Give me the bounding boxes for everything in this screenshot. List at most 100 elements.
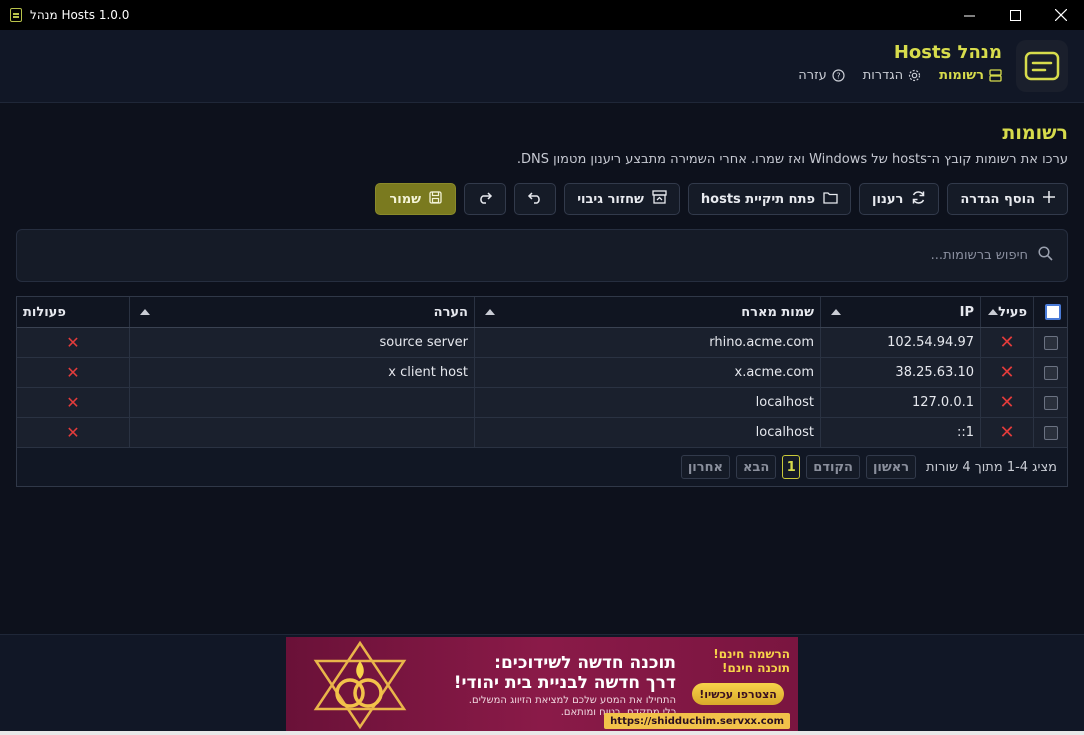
row-checkbox[interactable] [1043,395,1058,410]
page-title: רשומות [1002,122,1068,144]
window-title: מנהל Hosts 1.0.0 [30,8,130,22]
row-select-cell [1033,358,1067,387]
sort-icon [140,309,150,315]
active-cell[interactable]: ✕ [980,358,1033,387]
banner-url[interactable]: https://shidduchim.servxx.com [604,713,790,729]
server-icon [989,69,1002,82]
active-cell[interactable]: ✕ [980,328,1033,357]
note-cell[interactable] [129,418,474,447]
undo-button[interactable] [514,183,557,215]
select-all-checkbox[interactable] [1045,304,1061,320]
note-cell[interactable] [129,388,474,417]
nav-item-records[interactable]: רשומות [939,68,1002,83]
column-header-active[interactable]: פעיל [980,297,1033,327]
actions-cell: ✕ [17,358,129,387]
nav-label-records: רשומות [939,68,984,83]
plus-icon [1043,191,1055,207]
ip-cell[interactable]: ::1 [820,418,980,447]
column-header-ip[interactable]: IP [820,297,980,327]
star-of-david-rings-icon [313,640,407,730]
actions-cell: ✕ [17,328,129,357]
restore-backup-button[interactable]: שחזור גיבוי [564,183,680,215]
banner-subtext-1: התחילו את המסע שלכם למציאת הזיווג המשלים… [468,695,676,706]
column-header-actions: פעולות [17,297,129,327]
hosts-logo-icon [1024,51,1060,81]
save-label: שמור [389,191,421,207]
add-entry-label: הוסף הגדרה [960,191,1035,207]
hostname-cell[interactable]: rhino.acme.com [474,328,820,357]
hostname-cell[interactable]: x.acme.com [474,358,820,387]
row-select-cell [1033,328,1067,357]
nav-item-settings[interactable]: הגדרות [863,68,921,83]
table-row[interactable]: ✕ ::1 localhost ✕ [17,418,1067,448]
next-page-button[interactable]: הבא [735,455,777,479]
undo-icon [527,190,543,208]
window-title-area: מנהל Hosts 1.0.0 [10,0,129,30]
banner-join-button[interactable]: הצטרפו עכשיו! [692,683,784,705]
search-icon [1038,246,1053,265]
pagination-info: מציג 1-4 מתוך 4 שורות [926,459,1057,475]
close-window-button[interactable] [1038,0,1084,30]
archive-restore-icon [652,190,667,208]
window-controls [946,0,1084,30]
add-entry-button[interactable]: הוסף הגדרה [947,183,1068,215]
minimize-icon [963,15,975,16]
redo-button[interactable] [464,183,507,215]
inactive-x-icon[interactable]: ✕ [999,423,1014,442]
hostname-cell[interactable]: localhost [474,418,820,447]
refresh-label: רענון [872,191,904,207]
banner-free-signup: הרשמה חינם! [713,647,790,661]
help-icon: ? [832,69,845,82]
prev-page-button[interactable]: הקודם [806,455,860,479]
redo-icon [477,190,493,208]
folder-icon [823,191,838,208]
table-row[interactable]: ✕ 127.0.0.1 localhost ✕ [17,388,1067,418]
table-row[interactable]: ✕ 38.25.63.10 x.acme.com x client host ✕ [17,358,1067,388]
active-cell[interactable]: ✕ [980,388,1033,417]
hostname-cell[interactable]: localhost [474,388,820,417]
nav-item-help[interactable]: ? עזרה [798,68,845,83]
column-label-actions: פעולות [23,304,66,320]
ad-banner[interactable]: תוכנה חדשה לשידוכים: דרך חדשה לבניית בית… [286,637,798,731]
inactive-x-icon[interactable]: ✕ [999,363,1014,382]
minimize-button[interactable] [946,0,992,30]
banner-headline-1: תוכנה חדשה לשידוכים: [494,653,676,673]
pagination: מציג 1-4 מתוך 4 שורות ראשון הקודם 1 הבא … [17,448,1067,486]
row-checkbox[interactable] [1043,365,1058,380]
ip-cell[interactable]: 38.25.63.10 [820,358,980,387]
last-page-button[interactable]: אחרון [680,455,730,479]
delete-row-icon[interactable]: ✕ [66,334,79,351]
row-select-cell [1033,418,1067,447]
refresh-button[interactable]: רענון [859,183,940,215]
note-cell[interactable]: x client host [129,358,474,387]
inactive-x-icon[interactable]: ✕ [999,333,1014,352]
current-page-button[interactable]: 1 [782,455,801,479]
row-checkbox[interactable] [1043,335,1058,350]
main-nav: רשומות הגדרות ? עזרה [798,68,1002,83]
open-hosts-folder-button[interactable]: פתח תיקיית hosts [687,183,852,215]
inactive-x-icon[interactable]: ✕ [999,393,1014,412]
save-button[interactable]: שמור [375,183,457,215]
column-label-ip: IP [959,304,974,320]
save-icon [429,190,442,208]
active-cell[interactable]: ✕ [980,418,1033,447]
refresh-icon [911,190,926,209]
app-icon [10,8,22,22]
sort-icon [485,309,495,315]
note-cell[interactable]: source server [129,328,474,357]
first-page-button[interactable]: ראשון [865,455,917,479]
gear-icon [908,69,921,82]
column-header-hostname[interactable]: שמות מארח [474,297,820,327]
actions-cell: ✕ [17,418,129,447]
delete-row-icon[interactable]: ✕ [66,364,79,381]
delete-row-icon[interactable]: ✕ [66,394,79,411]
maximize-button[interactable] [992,0,1038,30]
column-header-note[interactable]: הערה [129,297,474,327]
row-checkbox[interactable] [1043,425,1058,440]
svg-text:?: ? [836,72,840,81]
ip-cell[interactable]: 127.0.0.1 [820,388,980,417]
ip-cell[interactable]: 102.54.94.97 [820,328,980,357]
table-row[interactable]: ✕ 102.54.94.97 rhino.acme.com source ser… [17,328,1067,358]
delete-row-icon[interactable]: ✕ [66,424,79,441]
search-input[interactable] [428,248,1028,263]
